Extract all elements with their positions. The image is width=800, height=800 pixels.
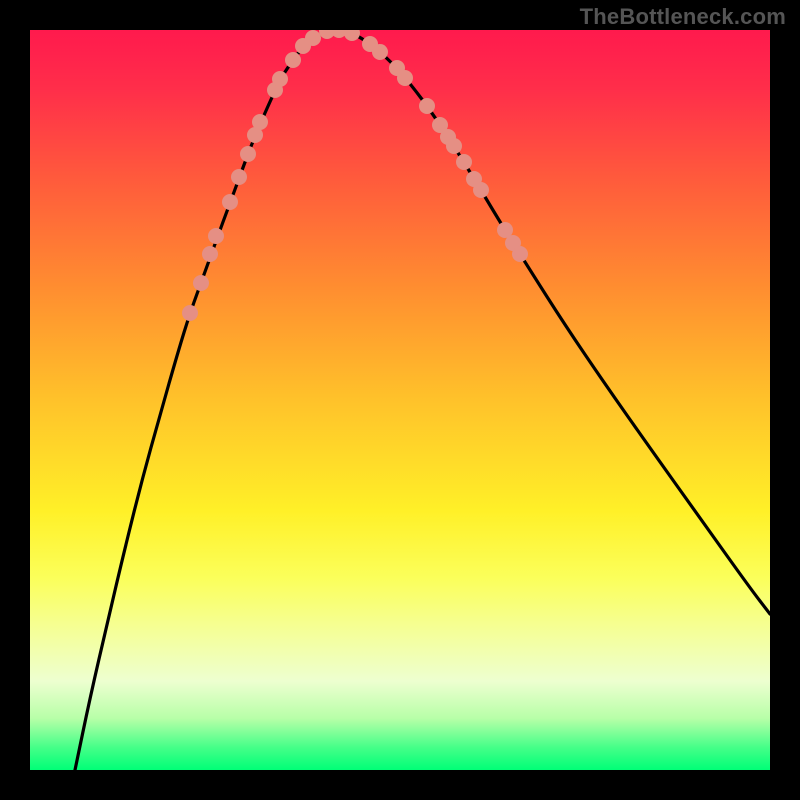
data-marker xyxy=(208,228,224,244)
data-marker xyxy=(193,275,209,291)
data-marker xyxy=(272,71,288,87)
data-marker xyxy=(240,146,256,162)
data-marker xyxy=(473,182,489,198)
data-marker xyxy=(397,70,413,86)
plot-area xyxy=(30,30,770,770)
data-markers xyxy=(182,30,528,321)
bottleneck-curve-svg xyxy=(30,30,770,770)
data-marker xyxy=(512,246,528,262)
data-marker xyxy=(202,246,218,262)
data-marker xyxy=(419,98,435,114)
data-marker xyxy=(446,138,462,154)
data-marker xyxy=(305,30,321,46)
data-marker xyxy=(182,305,198,321)
data-marker xyxy=(252,114,268,130)
chart-frame: TheBottleneck.com xyxy=(0,0,800,800)
data-marker xyxy=(344,30,360,41)
watermark-text: TheBottleneck.com xyxy=(580,4,786,30)
data-marker xyxy=(456,154,472,170)
data-marker xyxy=(231,169,247,185)
bottleneck-curve xyxy=(75,30,770,770)
data-marker xyxy=(222,194,238,210)
data-marker xyxy=(372,44,388,60)
data-marker xyxy=(285,52,301,68)
